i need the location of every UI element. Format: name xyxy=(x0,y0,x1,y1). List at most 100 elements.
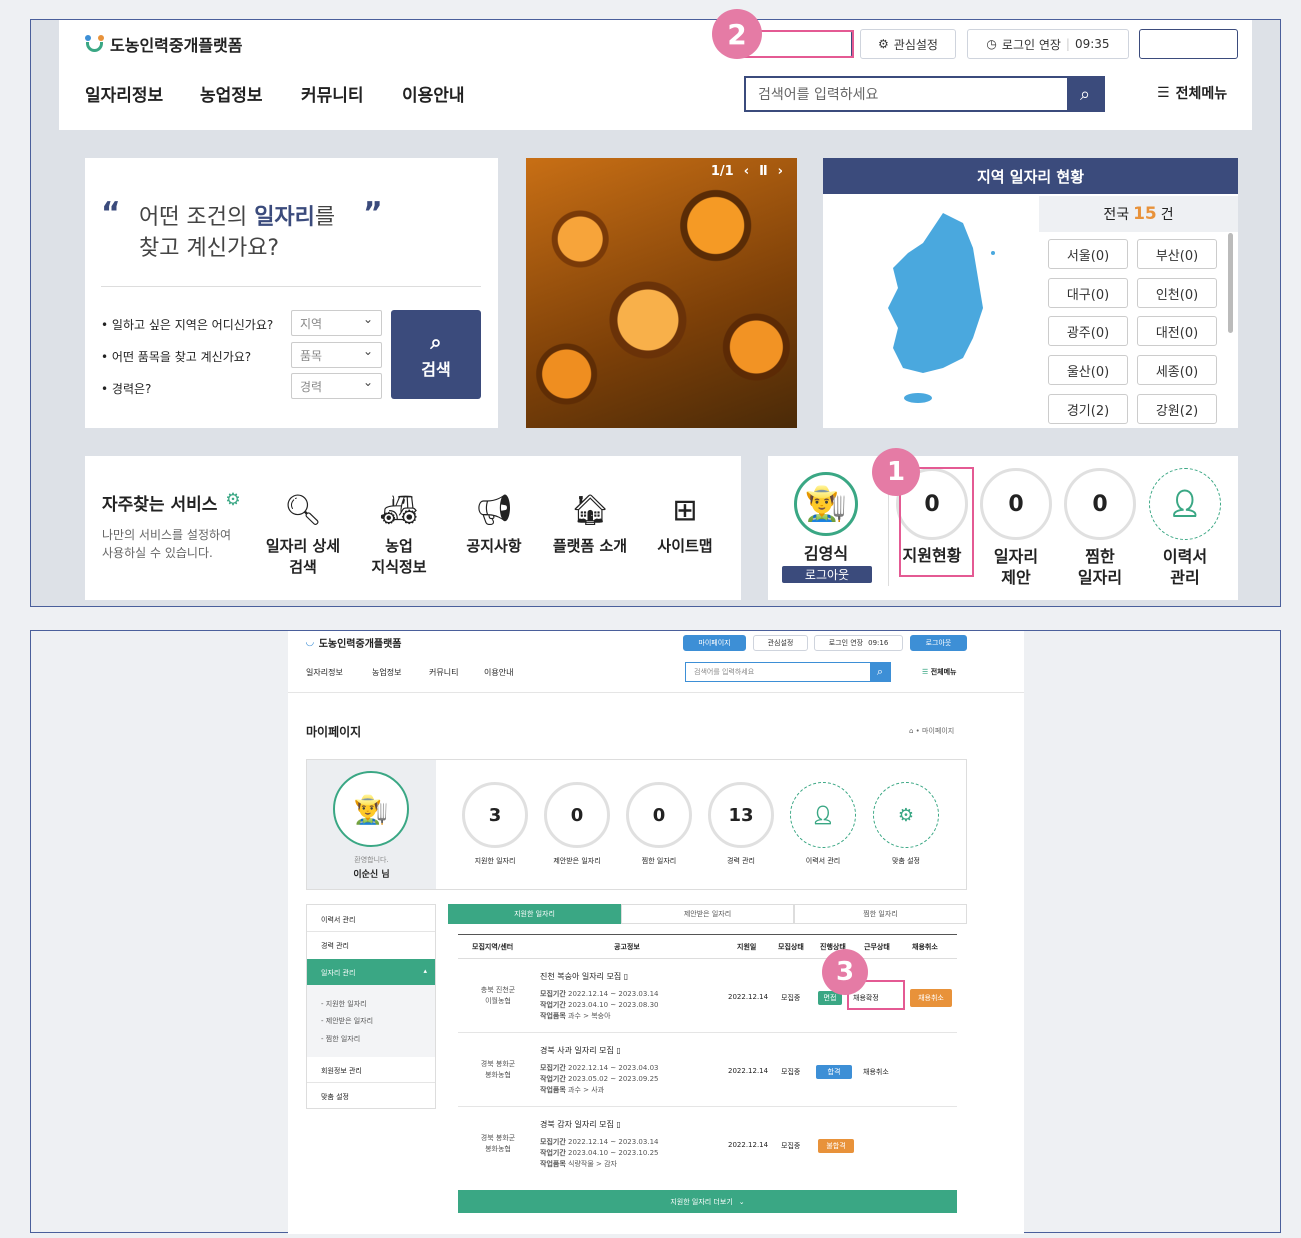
region-busan[interactable]: 부산(0) xyxy=(1137,239,1217,269)
pause-icon[interactable]: Ⅱ xyxy=(759,164,768,179)
stat-wish[interactable]: 0 xyxy=(626,782,692,848)
megaphone-icon: 📢︎ xyxy=(474,492,514,528)
col-cancel: 채용취소 xyxy=(912,943,938,951)
stat-offer-circle[interactable]: 0 xyxy=(980,468,1052,540)
resume-label: 이력서 관리 xyxy=(805,857,841,865)
hero-search-button[interactable]: ⌕ 검색 xyxy=(391,310,481,399)
tab-applied[interactable]: 지원한 일자리 xyxy=(448,904,621,924)
stat-offered-label: 제안받은 일자리 xyxy=(553,857,601,865)
stat-applied-label: 지원한 일자리 xyxy=(474,857,516,865)
interest-button[interactable]: ⚙ 관심설정 xyxy=(860,29,956,59)
nav-community[interactable]: 커뮤니티 xyxy=(301,81,364,106)
slider-controls: 1/1 ‹ Ⅱ › xyxy=(711,164,783,179)
logout-button-small[interactable]: 로그아웃 xyxy=(910,635,967,651)
stat-offer-label[interactable]: 일자리 제안 xyxy=(976,546,1056,588)
region-ulsan[interactable]: 울산(0) xyxy=(1048,355,1128,385)
nav-community-small[interactable]: 커뮤니티 xyxy=(429,667,458,678)
side-custom[interactable]: 맞춤 설정 xyxy=(321,1092,349,1102)
resume-label[interactable]: 이력서 관리 xyxy=(1145,546,1225,588)
region-scrollbar[interactable] xyxy=(1228,233,1233,333)
custom-settings-label: 맞춤 설정 xyxy=(892,857,920,865)
search-input[interactable]: 검색어를 입력하세요 xyxy=(746,84,1067,104)
bottom-screenshot-panel: ◡ 도농인력중개플랫폼 마이페이지 관심설정 로그인 연장 09:16 로그아웃 일… xyxy=(30,630,1281,1234)
search-icon: ⌕ xyxy=(430,329,442,354)
resume-icon[interactable]: 👤︎ xyxy=(790,782,856,848)
nav-agri[interactable]: 농업정보 xyxy=(200,81,263,106)
settings-icon[interactable]: ⚙ xyxy=(873,782,939,848)
user-name: 김영식 xyxy=(803,544,849,563)
clock-icon: ◷ xyxy=(986,37,997,51)
search-icon[interactable]: ⌕ xyxy=(870,663,890,681)
korea-map xyxy=(888,213,995,403)
side-job-manage[interactable]: 일자리 관리 ▴ xyxy=(307,959,435,985)
search-box-small[interactable]: 검색어를 입력하세요 ⌕ xyxy=(685,662,891,682)
resume-icon[interactable]: 👤︎ xyxy=(1149,468,1221,540)
region-gyeonggi[interactable]: 경기(2) xyxy=(1048,394,1128,424)
gear-icon[interactable]: ⚙ xyxy=(225,490,240,515)
side-member[interactable]: 회원정보 관리 xyxy=(321,1066,362,1076)
region-daejeon[interactable]: 대전(0) xyxy=(1137,316,1217,346)
tractor-icon: 🚜︎ xyxy=(379,492,419,528)
region-select[interactable]: 지역 xyxy=(291,310,382,336)
stat-career[interactable]: 13 xyxy=(708,782,774,848)
logout-button[interactable]: ⇥ 로그아웃 xyxy=(1139,29,1238,59)
side-sub-applied[interactable]: - 지원한 일자리 xyxy=(321,999,367,1009)
job-search-card: “ 어떤 조건의 일자리를 찾고 계신가요? ” • 일하고 싶은 지역은 어디… xyxy=(85,158,498,428)
region-seoul[interactable]: 서울(0) xyxy=(1048,239,1128,269)
service-sitemap[interactable]: 사이트맵 xyxy=(635,536,735,557)
table-row: 경북 봉화군 봉화농협 경북 사과 일자리 모집 ▯ 모집기간 2022.12.1… xyxy=(480,1045,889,1094)
stat-wish-circle[interactable]: 0 xyxy=(1064,468,1136,540)
region-gwangju[interactable]: 광주(0) xyxy=(1048,316,1128,346)
career-select[interactable]: 경력 xyxy=(291,373,382,399)
region-gangwon[interactable]: 강원(2) xyxy=(1137,394,1217,424)
mypage-button-small[interactable]: 마이페이지 xyxy=(683,635,746,651)
all-menu-button[interactable]: ☰ 전체메뉴 xyxy=(1157,83,1227,103)
nav-guide-small[interactable]: 이용안내 xyxy=(484,667,513,678)
stat-applied[interactable]: 3 xyxy=(462,782,528,848)
next-icon[interactable]: › xyxy=(778,164,783,179)
job-title-link[interactable]: 진천 복숭아 일자리 모집 ▯ xyxy=(540,971,628,982)
question-item: • 어떤 품목을 찾고 계신가요? xyxy=(101,350,252,364)
login-extend-button-small[interactable]: 로그인 연장 09:16 xyxy=(814,635,903,651)
banner-flower-image: 1/1 ‹ Ⅱ › xyxy=(526,158,797,428)
all-menu-small[interactable]: ☰ 전체메뉴 xyxy=(922,667,956,677)
side-career[interactable]: 경력 관리 xyxy=(321,941,349,951)
tab-offered[interactable]: 제안받은 일자리 xyxy=(621,904,794,924)
stat-career-label: 경력 관리 xyxy=(727,857,755,865)
cancel-button[interactable]: 채용취소 xyxy=(910,989,952,1007)
bottom-logo[interactable]: ◡ 도농인력중개플랫폼 xyxy=(306,635,402,650)
region-sejong[interactable]: 세종(0) xyxy=(1137,355,1217,385)
job-title-link[interactable]: 경북 감자 일자리 모집 ▯ xyxy=(540,1119,621,1130)
user-logout-button[interactable]: 로그아웃 xyxy=(782,566,872,583)
stat-wish-label[interactable]: 찜한 일자리 xyxy=(1060,546,1140,588)
nav-guide[interactable]: 이용안내 xyxy=(402,81,465,106)
prev-icon[interactable]: ‹ xyxy=(744,164,749,179)
col-info: 공고정보 xyxy=(614,943,640,951)
tab-wish[interactable]: 찜한 일자리 xyxy=(794,904,967,924)
side-sub-wish[interactable]: - 찜한 일자리 xyxy=(321,1034,360,1044)
nav-agri-small[interactable]: 농업정보 xyxy=(372,667,401,678)
logout-icon: ⇥ xyxy=(1158,37,1169,51)
stat-offered[interactable]: 0 xyxy=(544,782,610,848)
nav-jobs[interactable]: 일자리정보 xyxy=(85,81,163,106)
search-icon[interactable]: ⌕ xyxy=(1067,77,1103,111)
job-title-link[interactable]: 경북 사과 일자리 모집 ▯ xyxy=(540,1045,621,1056)
service-platform-intro[interactable]: 플랫폼 소개 xyxy=(540,536,640,557)
work-state[interactable]: 채용취소 xyxy=(863,1067,889,1077)
region-incheon[interactable]: 인천(0) xyxy=(1137,278,1217,308)
item-select[interactable]: 품목 xyxy=(291,342,382,368)
region-daegu[interactable]: 대구(0) xyxy=(1048,278,1128,308)
more-applied-button[interactable]: 지원한 일자리 더보기 ⌄ xyxy=(458,1190,957,1213)
side-resume[interactable]: 이력서 관리 xyxy=(321,915,355,925)
collapse-icon: ▴ xyxy=(423,967,427,975)
mypage-window: ◡ 도농인력중개플랫폼 마이페이지 관심설정 로그인 연장 09:16 로그아웃 일… xyxy=(288,631,1024,1234)
side-sub-offered[interactable]: - 제안받은 일자리 xyxy=(321,1016,373,1026)
login-extend-button[interactable]: ◷ 로그인 연장 | 09:35 xyxy=(967,29,1129,59)
service-job-search[interactable]: 일자리 상세 검색 xyxy=(253,536,353,578)
interest-button-small[interactable]: 관심설정 xyxy=(753,635,808,651)
search-box[interactable]: 검색어를 입력하세요 ⌕ xyxy=(744,76,1105,112)
top-logo[interactable]: 도농인력중개플랫폼 xyxy=(85,32,242,56)
nav-jobs-small[interactable]: 일자리정보 xyxy=(306,667,343,678)
service-agri-knowledge[interactable]: 농업 지식정보 xyxy=(349,536,449,578)
service-notice[interactable]: 공지사항 xyxy=(444,536,544,557)
